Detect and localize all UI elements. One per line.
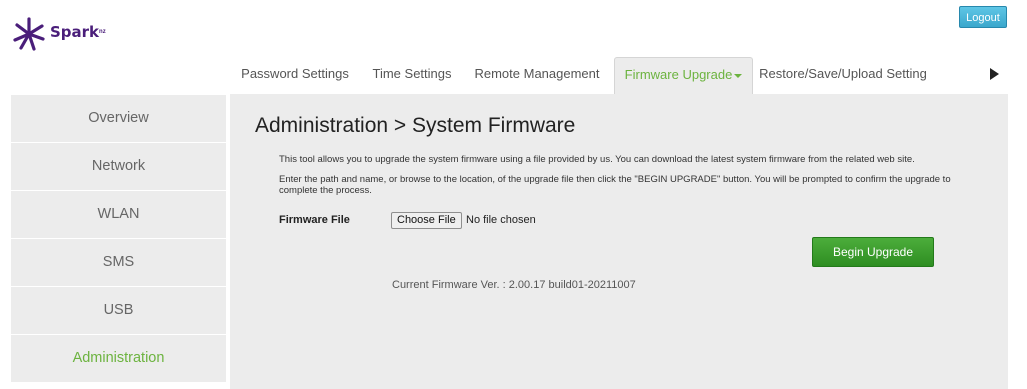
sidebar: Overview Network WLAN SMS USB Administra… <box>11 95 226 383</box>
instruction-text: Enter the path and name, or browse to th… <box>279 174 951 196</box>
sidebar-item-sms[interactable]: SMS <box>11 239 226 287</box>
tab-time-settings[interactable]: Time Settings <box>361 57 463 94</box>
caret-down-icon <box>734 73 743 78</box>
sidebar-item-administration[interactable]: Administration <box>11 335 226 383</box>
description-text: This tool allows you to upgrade the syst… <box>279 154 915 165</box>
logout-button[interactable]: Logout <box>959 6 1007 28</box>
tab-password-settings[interactable]: Password Settings <box>229 57 361 94</box>
tab-firmware-upgrade[interactable]: Firmware Upgrade <box>614 57 753 95</box>
firmware-file-label: Firmware File <box>279 214 350 226</box>
tab-restore-save-upload[interactable]: Restore/Save/Upload Setting <box>753 57 933 94</box>
spark-logo: Spark nz <box>12 17 106 51</box>
triangle-right-icon[interactable] <box>990 68 999 80</box>
sidebar-item-wlan[interactable]: WLAN <box>11 191 226 239</box>
sidebar-item-usb[interactable]: USB <box>11 287 226 335</box>
sidebar-item-overview[interactable]: Overview <box>11 95 226 143</box>
tab-remote-management[interactable]: Remote Management <box>463 57 611 94</box>
sidebar-item-network[interactable]: Network <box>11 143 226 191</box>
main-panel: Administration > System Firmware This to… <box>230 94 1008 389</box>
page-title: Administration > System Firmware <box>255 114 576 137</box>
file-status-text: No file chosen <box>466 214 536 226</box>
choose-file-button[interactable]: Choose File <box>391 212 462 229</box>
begin-upgrade-button[interactable]: Begin Upgrade <box>812 237 934 267</box>
tab-firmware-upgrade-label: Firmware Upgrade <box>624 67 733 82</box>
brand-suffix: nz <box>99 29 106 35</box>
spark-star-icon <box>13 17 45 51</box>
current-firmware-version: Current Firmware Ver. : 2.00.17 build01-… <box>392 279 636 291</box>
brand-name: Spark <box>50 23 100 41</box>
